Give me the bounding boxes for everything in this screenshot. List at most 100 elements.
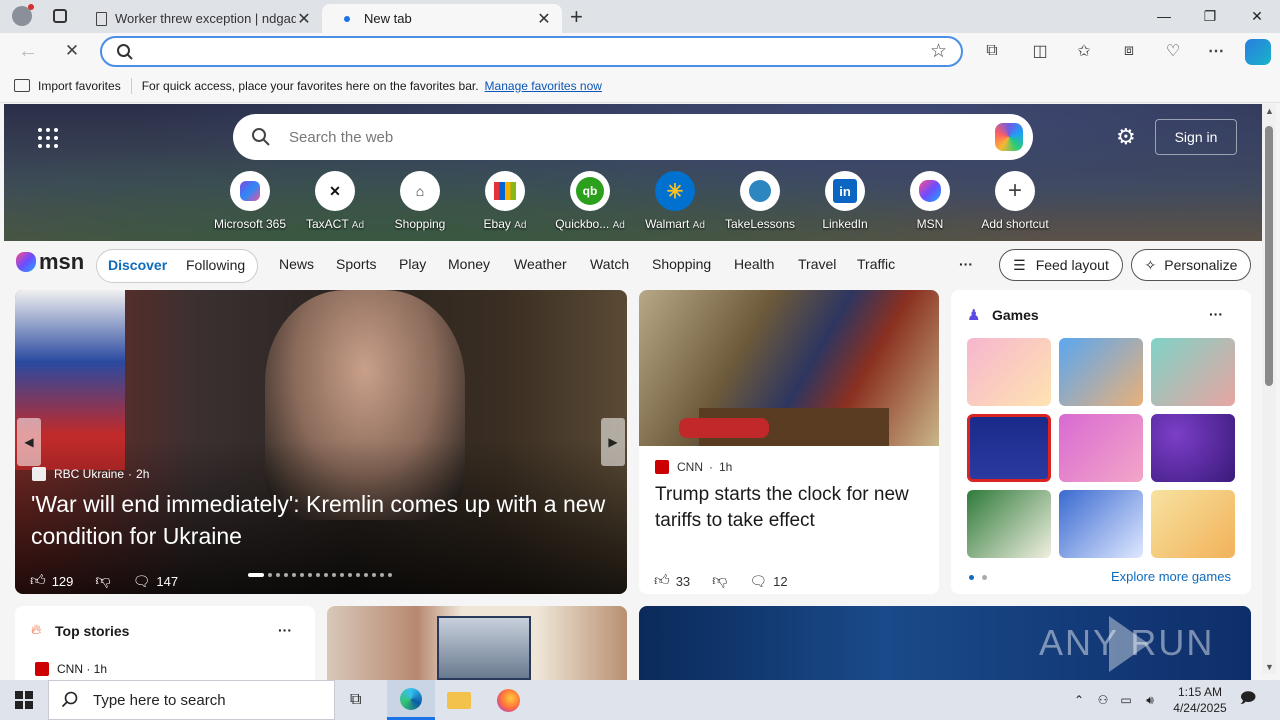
scroll-thumb[interactable] [1265, 126, 1273, 386]
story-headline[interactable]: 'War will end immediately': Kremlin come… [31, 488, 616, 552]
top-stories-title[interactable]: Top stories [55, 623, 129, 639]
manage-favorites-link[interactable]: Manage favorites now [485, 79, 602, 93]
taskbar-search-input[interactable]: Type here to search [93, 692, 226, 709]
carousel-prev-arrow[interactable]: ◀ [17, 418, 41, 466]
comment-icon[interactable]: 🗨︎ [133, 573, 151, 590]
video-card[interactable]: ANY RUN [639, 606, 1251, 680]
apps-launcher-icon[interactable] [38, 128, 58, 148]
tab-actions-icon[interactable] [53, 9, 67, 23]
split-screen-icon[interactable]: ◫ [1028, 39, 1052, 63]
nav-traffic[interactable]: Traffic [857, 256, 895, 272]
game-tile[interactable] [1151, 414, 1235, 482]
minimize-button[interactable]: — [1141, 0, 1187, 32]
game-tile[interactable] [967, 490, 1051, 558]
quicklink-taxact[interactable]: ✕ TaxACT Ad [290, 171, 380, 231]
main-story-carousel[interactable]: ◀ ▶ RBC Ukraine · 2h 'War will end immed… [15, 290, 627, 594]
personalize-button[interactable]: ✧ Personalize [1131, 249, 1251, 281]
feed-layout-button[interactable]: ☰ Feed layout [999, 249, 1123, 281]
tab-discover[interactable]: Discover [108, 257, 167, 273]
nav-health[interactable]: Health [734, 256, 774, 272]
games-more-button[interactable]: ··· [1209, 306, 1223, 322]
nav-money[interactable]: Money [448, 256, 490, 272]
quicklink-walmart[interactable]: ✳ Walmart Ad [630, 171, 720, 231]
story-card-image[interactable] [327, 606, 627, 680]
file-explorer-icon[interactable] [447, 692, 471, 709]
tab-new-tab[interactable]: New tab ✕ [322, 4, 562, 33]
carousel-next-arrow[interactable]: ▶ [601, 418, 625, 466]
like-icon[interactable]: 👍︎ [654, 572, 670, 590]
games-pagination[interactable] [969, 575, 987, 580]
copilot-search-icon[interactable] [995, 123, 1023, 151]
game-tile[interactable] [1059, 338, 1143, 406]
nav-sports[interactable]: Sports [336, 256, 376, 272]
nav-weather[interactable]: Weather [514, 256, 567, 272]
quicklink-shopping[interactable]: ⌂ Shopping [375, 171, 465, 231]
collections-icon[interactable]: ⧈ [1117, 39, 1141, 63]
games-title[interactable]: Games [992, 307, 1039, 323]
scroll-up-arrow[interactable]: ▲ [1265, 106, 1274, 116]
scroll-down-arrow[interactable]: ▼ [1265, 662, 1274, 672]
web-search-input[interactable]: Search the web [289, 129, 393, 146]
people-icon[interactable]: ⚇ [1094, 680, 1112, 720]
dislike-icon[interactable]: 👎︎ [712, 572, 727, 590]
show-hidden-icons-chevron[interactable]: ⌃ [1070, 680, 1088, 720]
back-icon[interactable]: ← [16, 39, 40, 63]
msn-logo[interactable]: msn [16, 249, 84, 275]
import-favorites-icon[interactable] [14, 79, 30, 92]
nav-travel[interactable]: Travel [798, 256, 836, 272]
carousel-pagination[interactable] [248, 573, 392, 577]
firefox-icon[interactable] [497, 689, 520, 712]
favorite-star-icon[interactable]: ☆ [930, 40, 947, 63]
nav-play[interactable]: Play [399, 256, 426, 272]
comment-icon[interactable]: 🗨︎ [749, 573, 767, 590]
close-tab-icon[interactable]: ✕ [536, 9, 552, 29]
new-tab-button[interactable]: + [570, 4, 583, 30]
nav-news[interactable]: News [279, 256, 314, 272]
quicklink-linkedin[interactable]: in LinkedIn [800, 171, 890, 231]
task-view-icon[interactable]: ⧉ [350, 691, 361, 709]
stop-loading-icon[interactable]: ✕ [60, 39, 84, 63]
nav-shopping[interactable]: Shopping [652, 256, 711, 272]
edge-taskbar-icon[interactable] [387, 680, 435, 720]
network-icon[interactable]: ▭ [1117, 680, 1135, 720]
like-icon[interactable]: 👍︎ [30, 572, 46, 590]
game-tile[interactable] [967, 414, 1051, 482]
tab-worker-exception[interactable]: Worker threw exception | ndgadf... ✕ [86, 4, 322, 33]
top-stories-more-button[interactable]: ··· [278, 622, 292, 638]
clock[interactable]: 1:15 AM 4/24/2025 [1164, 680, 1236, 720]
favorites-icon[interactable]: ✩ [1072, 39, 1096, 63]
quicklink-ebay[interactable]: Ebay Ad [460, 171, 550, 231]
nav-more-button[interactable]: ··· [959, 256, 973, 272]
browser-essentials-icon[interactable]: ♡ [1161, 39, 1185, 63]
cnn-story-card[interactable]: CNN · 1h Trump starts the clock for new … [639, 290, 939, 594]
volume-icon[interactable]: 🔊︎ [1141, 680, 1159, 720]
extensions-icon[interactable]: ⧉ [980, 39, 1004, 63]
quicklink-quickbooks[interactable]: qb Quickbo... Ad [545, 171, 635, 231]
copilot-icon[interactable] [1245, 39, 1271, 65]
game-tile[interactable] [1059, 490, 1143, 558]
quicklink-msn[interactable]: MSN [885, 171, 975, 231]
more-menu-icon[interactable]: ⋯ [1204, 39, 1228, 63]
import-favorites-button[interactable]: Import favorites [38, 79, 121, 93]
game-tile[interactable] [967, 338, 1051, 406]
dislike-icon[interactable]: 👎︎ [95, 572, 110, 590]
page-scrollbar[interactable]: ▲ ▼ [1262, 104, 1276, 674]
game-tile[interactable] [1151, 338, 1235, 406]
explore-more-games-link[interactable]: Explore more games [1111, 569, 1231, 584]
address-bar[interactable]: ☆ [100, 36, 963, 67]
tab-following[interactable]: Following [186, 257, 245, 273]
page-settings-gear-icon[interactable]: ⚙ [1116, 124, 1136, 150]
game-tile[interactable] [1151, 490, 1235, 558]
close-window-button[interactable]: ✕ [1234, 0, 1280, 32]
quicklink-microsoft-365[interactable]: Microsoft 365 [205, 171, 295, 231]
taskbar-search[interactable]: Type here to search [48, 680, 335, 720]
close-tab-icon[interactable]: ✕ [296, 9, 312, 29]
quicklink-takelessons[interactable]: TakeLessons [715, 171, 805, 231]
notifications-icon[interactable]: 🗩︎ [1236, 680, 1260, 720]
restore-button[interactable]: ❐ [1187, 0, 1233, 32]
web-search-box[interactable]: Search the web [233, 114, 1033, 160]
story-headline[interactable]: Trump starts the clock for new tariffs t… [655, 482, 925, 534]
quicklink-add-shortcut[interactable]: + Add shortcut [970, 171, 1060, 231]
windows-start-icon[interactable] [15, 691, 33, 709]
sign-in-button[interactable]: Sign in [1155, 119, 1237, 155]
